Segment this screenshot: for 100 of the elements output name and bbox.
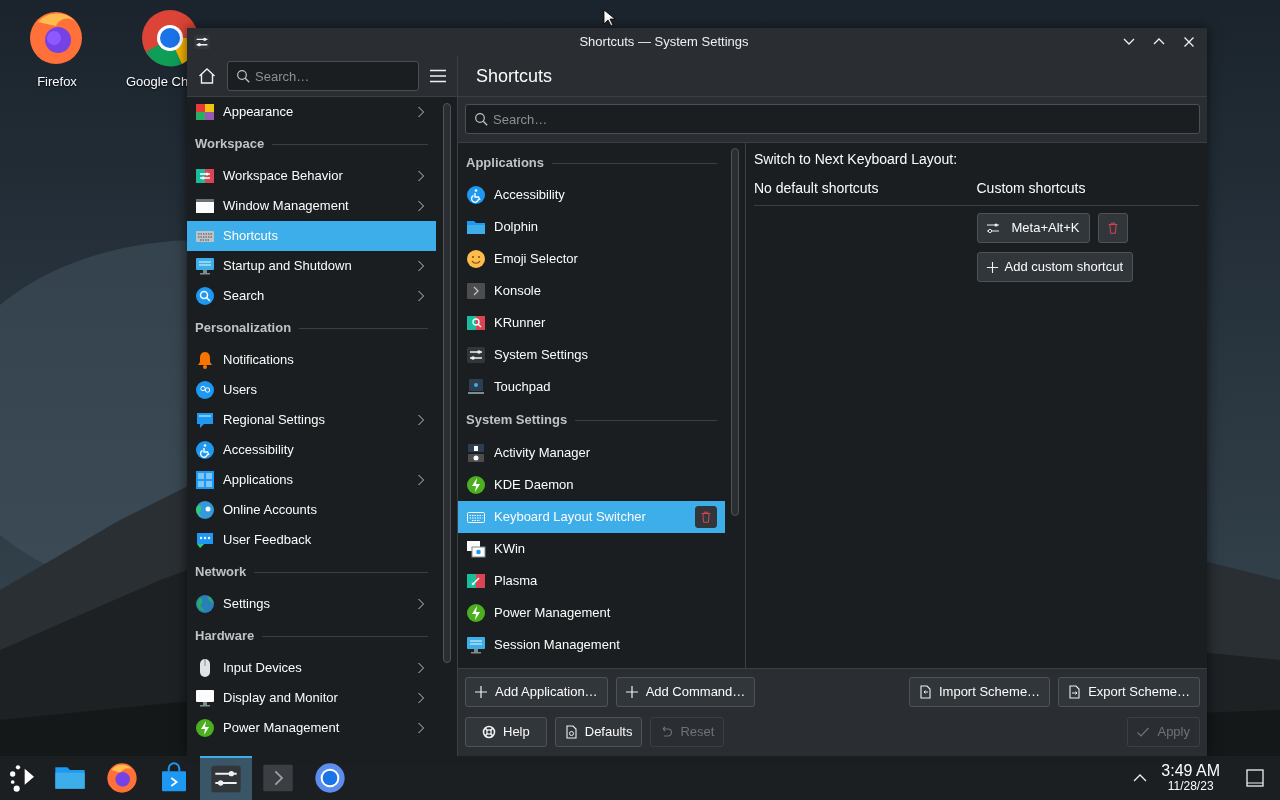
icon-label[interactable]: Firefox	[37, 72, 77, 92]
sidebar-item[interactable]: Search	[187, 281, 436, 311]
chevron-icon	[416, 258, 426, 274]
action-button[interactable]: Add Command…	[615, 677, 756, 707]
tile-icon	[466, 571, 486, 591]
component-item[interactable]: Accessibility	[458, 179, 725, 211]
component-item[interactable]: Touchpad	[458, 371, 725, 403]
import-icon	[917, 685, 932, 699]
sidebar-item[interactable]: Notifications	[187, 345, 436, 375]
chevron-icon	[416, 168, 426, 184]
action-button[interactable]: Import Scheme…	[908, 677, 1051, 707]
column-heading: No default shortcuts	[754, 179, 880, 198]
action-title: Switch to Next Keyboard Layout:	[754, 150, 959, 169]
users-icon	[195, 380, 215, 400]
sliders-icon	[985, 221, 1000, 235]
component-item[interactable]: KWin	[458, 533, 725, 565]
browser-icon	[314, 762, 346, 794]
section-heading: Workspace	[195, 135, 265, 154]
action-button: Apply	[1127, 717, 1200, 747]
touchpad-icon	[466, 377, 486, 397]
sidebar-item[interactable]: Online Accounts	[187, 495, 436, 525]
sidebar-item[interactable]: Startup and Shutdown	[187, 251, 436, 281]
home-icon	[197, 66, 217, 86]
expand-icon[interactable]	[1133, 773, 1148, 783]
chevron-icon	[416, 412, 426, 428]
sidebar-item[interactable]: Display and Monitor	[187, 683, 436, 713]
sidebar-item[interactable]: Input Devices	[187, 653, 436, 683]
monitor-icon	[466, 635, 486, 655]
sidebar-item[interactable]: Users	[187, 375, 436, 405]
action-button[interactable]: Add Application…	[465, 677, 608, 707]
search-icon	[474, 112, 488, 126]
taskbar-item[interactable]	[200, 756, 252, 800]
sidebar-item[interactable]: Appearance	[187, 97, 436, 127]
chevron-icon	[416, 596, 426, 612]
action-button[interactable]: Export Scheme…	[1058, 677, 1200, 707]
chevron-icon	[416, 104, 426, 120]
scrollbar[interactable]	[442, 103, 451, 663]
sidebar-item[interactable]: User Feedback	[187, 525, 436, 555]
clock[interactable]: 3:49 AM 11/28/23	[1161, 763, 1220, 793]
search-field[interactable]: Search…	[227, 61, 419, 91]
sidebar-item[interactable]: Applications	[187, 465, 436, 495]
bell-icon	[195, 350, 215, 370]
component-item[interactable]: Power Management	[458, 597, 725, 629]
component-item[interactable]: Plasma	[458, 565, 725, 597]
lightning-icon	[466, 603, 486, 623]
plus-icon	[985, 260, 999, 274]
terminal-icon	[262, 762, 294, 794]
speech-bubble-icon	[195, 530, 215, 550]
smiley-icon	[466, 249, 486, 269]
sidebar-item[interactable]: Settings	[187, 589, 436, 619]
component-item[interactable]: Session Management	[458, 629, 725, 661]
search-field[interactable]: Search…	[465, 104, 1200, 134]
trash-icon	[699, 509, 713, 525]
section-heading: Applications	[466, 154, 544, 173]
sidebar-item[interactable]: Accessibility	[187, 435, 436, 465]
cursor-icon	[603, 9, 615, 27]
chevron-icon	[416, 472, 426, 488]
app-menu-icon[interactable]	[193, 33, 211, 51]
sliders-icon	[210, 763, 242, 795]
section-heading: System Settings	[466, 411, 568, 430]
check-icon	[1136, 725, 1151, 739]
chevron-icon	[416, 690, 426, 706]
sidebar-item[interactable]: Regional Settings	[187, 405, 436, 435]
lightning-icon	[466, 475, 486, 495]
component-item[interactable]: Konsole	[458, 275, 725, 307]
action-button[interactable]: Defaults	[554, 717, 643, 747]
monitor-icon	[195, 688, 215, 708]
search-icon	[195, 286, 215, 306]
icon-label[interactable]: Google Ch	[126, 72, 189, 92]
action-button[interactable]: Help	[465, 717, 547, 747]
add-shortcut-button[interactable]: Add custom shortcut	[976, 252, 1133, 282]
component-item[interactable]: KDE Daemon	[458, 469, 725, 501]
plus-icon	[474, 685, 488, 699]
delete-button[interactable]	[1098, 213, 1129, 243]
sliders-icon	[466, 345, 486, 365]
browser-icon	[106, 762, 138, 794]
grid-icon	[195, 470, 215, 490]
terminal-icon	[466, 281, 486, 301]
accessibility-icon	[466, 185, 486, 205]
menu-icon	[429, 68, 447, 84]
sidebar-item[interactable]: Power Management	[187, 713, 436, 743]
component-item[interactable]: System Settings	[458, 339, 725, 371]
sidebar-item[interactable]: Workspace Behavior	[187, 161, 436, 191]
component-item[interactable]: Emoji Selector	[458, 243, 725, 275]
delete-button[interactable]	[695, 506, 717, 528]
export-icon	[1067, 685, 1082, 699]
page-title: Shortcuts	[476, 64, 553, 88]
sidebar-item[interactable]: Window Management	[187, 191, 436, 221]
shortcut-button[interactable]: Meta+Alt+K	[976, 213, 1091, 243]
plus-icon	[624, 685, 639, 699]
window-title: Shortcuts — System Settings	[578, 33, 750, 52]
component-item[interactable]: KRunner	[458, 307, 725, 339]
chevron-icon	[416, 720, 426, 736]
sliders-icon	[195, 166, 215, 186]
scrollbar[interactable]	[731, 148, 739, 516]
search-icon	[236, 69, 250, 83]
component-item[interactable]: Dolphin	[458, 211, 725, 243]
show-desktop-icon[interactable]	[1246, 769, 1264, 787]
accessibility-icon	[195, 440, 215, 460]
component-item[interactable]: Activity Manager	[458, 437, 725, 469]
